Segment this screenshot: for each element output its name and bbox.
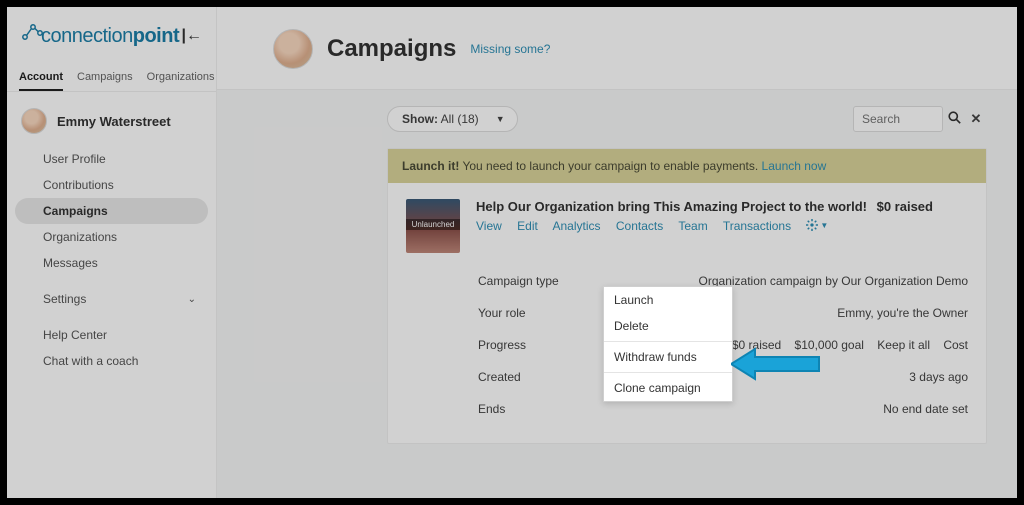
raised-amount: $0 raised: [877, 199, 933, 214]
campaign-card: Unlaunched Help Our Organization bring T…: [388, 183, 986, 261]
nav-chat-coach[interactable]: Chat with a coach: [7, 348, 216, 374]
search-input[interactable]: [853, 106, 943, 132]
gear-icon: [806, 219, 818, 231]
missing-link[interactable]: Missing some?: [470, 42, 550, 56]
filter-label: Show:: [402, 112, 438, 126]
campaign-thumbnail[interactable]: Unlaunched: [406, 199, 460, 253]
logo-icon: [21, 23, 43, 41]
collapse-sidebar-icon[interactable]: |←: [182, 27, 202, 45]
nav-contributions[interactable]: Contributions: [7, 172, 216, 198]
status-badge: Unlaunched: [406, 219, 460, 230]
tab-account[interactable]: Account: [19, 67, 63, 91]
search-icon[interactable]: [943, 111, 965, 127]
avatar: [273, 29, 313, 69]
link-view[interactable]: View: [476, 219, 502, 233]
alert-bold: Launch it!: [402, 159, 459, 173]
filter-value: All (18): [441, 112, 479, 126]
menu-delete[interactable]: Delete: [604, 313, 732, 339]
nav-messages[interactable]: Messages: [7, 250, 216, 276]
sidebar-tabs: Account Campaigns Organizations Enterpri…: [7, 67, 216, 92]
link-team[interactable]: Team: [678, 219, 707, 233]
campaign-title: Help Our Organization bring This Amazing…: [476, 199, 968, 214]
logo[interactable]: connectionpoint |←: [7, 15, 216, 67]
chevron-down-icon: ⌄: [188, 294, 196, 305]
nav-organizations[interactable]: Organizations: [7, 224, 216, 250]
link-contacts[interactable]: Contacts: [616, 219, 663, 233]
page-header: Campaigns Missing some?: [217, 7, 1017, 90]
nav-help-center[interactable]: Help Center: [7, 322, 216, 348]
alert-text: You need to launch your campaign to enab…: [459, 159, 761, 173]
link-edit[interactable]: Edit: [517, 219, 538, 233]
user-name: Emmy Waterstreet: [57, 114, 171, 129]
nav-settings[interactable]: Settings ⌄: [7, 286, 216, 312]
close-icon[interactable]: ✕: [965, 111, 987, 127]
menu-launch[interactable]: Launch: [604, 287, 732, 313]
menu-withdraw-funds[interactable]: Withdraw funds: [604, 344, 732, 370]
tab-campaigns[interactable]: Campaigns: [77, 67, 133, 91]
launch-now-link[interactable]: Launch now: [762, 159, 827, 173]
caret-down-icon: ▼: [820, 221, 828, 230]
logo-text: connectionpoint: [41, 25, 179, 48]
current-user[interactable]: Emmy Waterstreet: [7, 92, 216, 146]
sidebar-nav: User Profile Contributions Campaigns Org…: [7, 146, 216, 380]
launch-alert: Launch it! You need to launch your campa…: [388, 149, 986, 183]
filter-dropdown[interactable]: Show: All (18) ▼: [387, 106, 518, 132]
nav-settings-label: Settings: [43, 292, 86, 306]
search-area: ✕: [853, 106, 987, 132]
campaign-links: View Edit Analytics Contacts Team Transa…: [476, 218, 968, 233]
gear-menu[interactable]: ▼: [806, 219, 828, 231]
tab-organizations[interactable]: Organizations: [147, 67, 215, 91]
link-analytics[interactable]: Analytics: [553, 219, 601, 233]
page-title: Campaigns: [327, 35, 456, 63]
nav-campaigns[interactable]: Campaigns: [15, 198, 208, 224]
menu-clone-campaign[interactable]: Clone campaign: [604, 375, 732, 401]
link-transactions[interactable]: Transactions: [723, 219, 791, 233]
caret-down-icon: ▼: [496, 114, 505, 124]
avatar: [21, 108, 47, 134]
toolbar: Show: All (18) ▼ ✕: [217, 90, 1017, 148]
gear-dropdown: Launch Delete Withdraw funds Clone campa…: [603, 286, 733, 402]
nav-user-profile[interactable]: User Profile: [7, 146, 216, 172]
sidebar: connectionpoint |← Account Campaigns Org…: [7, 7, 217, 498]
main: Campaigns Missing some? Show: All (18) ▼…: [217, 7, 1017, 498]
